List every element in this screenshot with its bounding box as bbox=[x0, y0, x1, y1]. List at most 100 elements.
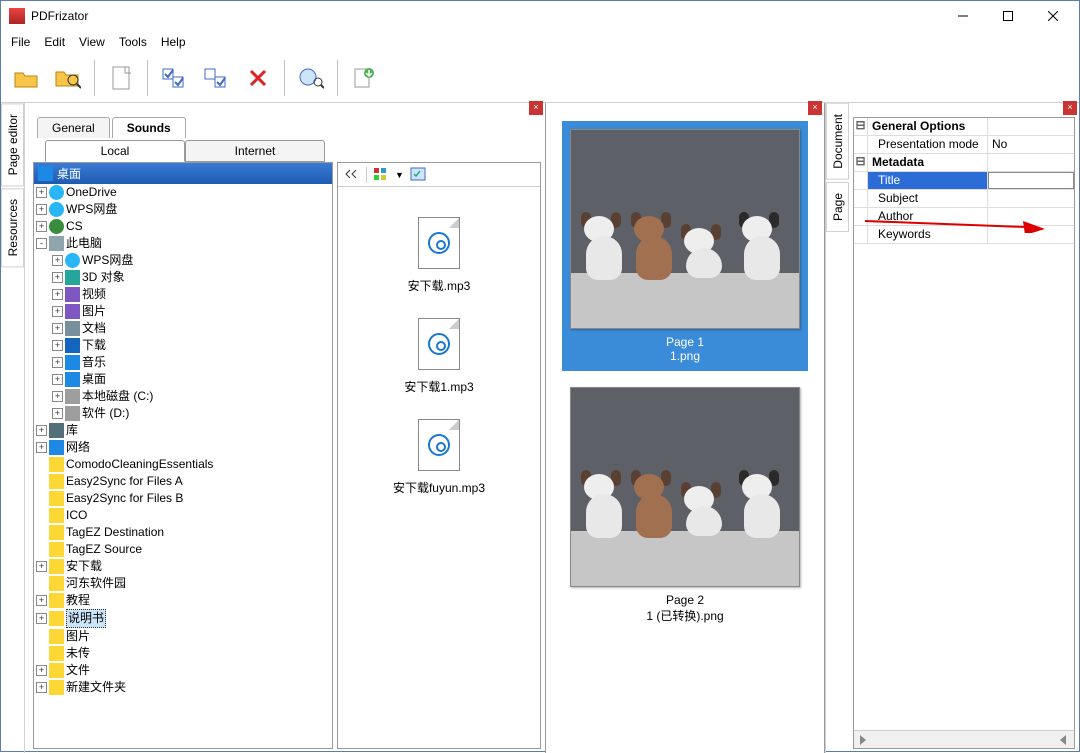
page-thumbnail[interactable]: Page 21 (已转换).png bbox=[562, 379, 808, 632]
expand-icon[interactable]: + bbox=[52, 357, 63, 368]
tree-item[interactable]: +教程 bbox=[36, 592, 332, 609]
prop-presentation-mode[interactable]: Presentation mode bbox=[868, 136, 988, 153]
tree-item[interactable]: Easy2Sync for Files A bbox=[36, 473, 332, 490]
menu-help[interactable]: Help bbox=[155, 33, 192, 51]
prop-title-value[interactable] bbox=[988, 172, 1074, 189]
menu-edit[interactable]: Edit bbox=[38, 33, 71, 51]
expand-icon[interactable]: + bbox=[36, 221, 47, 232]
tree-item[interactable]: +安下载 bbox=[36, 558, 332, 575]
expand-icon[interactable]: + bbox=[36, 682, 47, 693]
menu-tools[interactable]: Tools bbox=[113, 33, 153, 51]
expand-icon[interactable]: + bbox=[36, 613, 47, 624]
expand-icon[interactable]: + bbox=[36, 425, 47, 436]
tree-item[interactable]: 图片 bbox=[36, 628, 332, 645]
folder-tree[interactable]: 桌面 +OneDrive+WPS网盘+CS-此电脑+WPS网盘+3D 对象+视频… bbox=[33, 162, 333, 749]
close-pages-icon[interactable]: × bbox=[808, 101, 822, 115]
tab-general[interactable]: General bbox=[37, 117, 110, 138]
tree-item[interactable]: +库 bbox=[36, 422, 332, 439]
expand-icon[interactable]: + bbox=[52, 408, 63, 419]
tree-item[interactable]: 未传 bbox=[36, 645, 332, 662]
collapse-icon[interactable]: ⊟ bbox=[854, 118, 868, 135]
view-thumbs-icon[interactable] bbox=[373, 167, 389, 183]
tree-item[interactable]: ComodoCleaningEssentials bbox=[36, 456, 332, 473]
prop-title[interactable]: Title bbox=[868, 172, 988, 189]
expand-icon[interactable]: + bbox=[36, 187, 47, 198]
expand-icon[interactable]: + bbox=[36, 442, 47, 453]
uncheck-items-button[interactable] bbox=[197, 59, 235, 97]
tab-sounds[interactable]: Sounds bbox=[112, 117, 186, 138]
tree-root[interactable]: 桌面 bbox=[34, 163, 332, 184]
expand-icon[interactable]: + bbox=[52, 323, 63, 334]
property-grid[interactable]: ⊟General Options Presentation modeNo ⊟Me… bbox=[853, 117, 1075, 749]
maximize-button[interactable] bbox=[985, 2, 1030, 30]
expand-icon[interactable]: + bbox=[52, 289, 63, 300]
horizontal-scrollbar[interactable] bbox=[854, 730, 1074, 748]
tree-item[interactable]: +文档 bbox=[52, 320, 332, 337]
tree-item[interactable]: ICO bbox=[36, 507, 332, 524]
new-page-button[interactable] bbox=[102, 59, 140, 97]
tree-item[interactable]: +软件 (D:) bbox=[52, 405, 332, 422]
tree-item[interactable]: +下载 bbox=[52, 337, 332, 354]
expand-icon[interactable]: + bbox=[52, 306, 63, 317]
prop-author[interactable]: Author bbox=[868, 208, 988, 225]
expand-icon[interactable]: - bbox=[36, 238, 47, 249]
pdf-export-button[interactable] bbox=[345, 59, 383, 97]
expand-icon[interactable]: + bbox=[36, 595, 47, 606]
page-thumbnail[interactable]: Page 11.png bbox=[562, 121, 808, 371]
side-tab-page[interactable]: Page bbox=[826, 182, 849, 232]
tree-item[interactable]: +桌面 bbox=[52, 371, 332, 388]
expand-icon[interactable]: + bbox=[52, 374, 63, 385]
tree-item[interactable]: TagEZ Destination bbox=[36, 524, 332, 541]
side-tab-page-editor[interactable]: Page editor bbox=[1, 103, 24, 186]
tree-item[interactable]: +音乐 bbox=[52, 354, 332, 371]
prop-presentation-mode-value[interactable]: No bbox=[988, 136, 1074, 153]
collapse-icon[interactable] bbox=[344, 167, 360, 183]
menu-view[interactable]: View bbox=[73, 33, 111, 51]
tree-item[interactable]: +文件 bbox=[36, 662, 332, 679]
expand-icon[interactable]: + bbox=[52, 255, 63, 266]
close-properties-icon[interactable]: × bbox=[1063, 101, 1077, 115]
tree-item[interactable]: +新建文件夹 bbox=[36, 679, 332, 696]
tree-item[interactable]: Easy2Sync for Files B bbox=[36, 490, 332, 507]
tree-item[interactable]: -此电脑 bbox=[36, 235, 332, 252]
close-panel-icon[interactable]: × bbox=[529, 101, 543, 115]
tree-item[interactable]: TagEZ Source bbox=[36, 541, 332, 558]
search-resources-button[interactable] bbox=[49, 59, 87, 97]
expand-icon[interactable]: + bbox=[52, 340, 63, 351]
open-folder-button[interactable] bbox=[7, 59, 45, 97]
prop-subject[interactable]: Subject bbox=[868, 190, 988, 207]
file-item[interactable]: 安下载.mp3 bbox=[344, 217, 534, 294]
expand-icon[interactable]: + bbox=[36, 561, 47, 572]
pages-list[interactable]: Page 11.pngPage 21 (已转换).png bbox=[546, 113, 824, 753]
tree-item[interactable]: +WPS网盘 bbox=[36, 201, 332, 218]
side-tab-document[interactable]: Document bbox=[826, 103, 849, 180]
tree-item[interactable]: +CS bbox=[36, 218, 332, 235]
tree-item[interactable]: +网络 bbox=[36, 439, 332, 456]
tree-item[interactable]: +3D 对象 bbox=[52, 269, 332, 286]
tree-item[interactable]: +WPS网盘 bbox=[52, 252, 332, 269]
file-list[interactable]: 安下载.mp3安下载1.mp3安下载fuyun.mp3 bbox=[338, 187, 540, 748]
prop-keywords[interactable]: Keywords bbox=[868, 226, 988, 243]
expand-icon[interactable]: + bbox=[52, 391, 63, 402]
tree-item[interactable]: +本地磁盘 (C:) bbox=[52, 388, 332, 405]
view-list-icon[interactable] bbox=[410, 167, 426, 183]
menu-file[interactable]: File bbox=[5, 33, 36, 51]
tree-item[interactable]: +说明书 bbox=[36, 609, 332, 628]
minimize-button[interactable] bbox=[940, 2, 985, 30]
expand-icon[interactable]: + bbox=[52, 272, 63, 283]
prop-keywords-value[interactable] bbox=[988, 226, 1074, 243]
delete-button[interactable] bbox=[239, 59, 277, 97]
prop-author-value[interactable] bbox=[988, 208, 1074, 225]
subtab-local[interactable]: Local bbox=[45, 140, 185, 162]
tree-item[interactable]: +OneDrive bbox=[36, 184, 332, 201]
check-items-button[interactable] bbox=[155, 59, 193, 97]
expand-icon[interactable]: + bbox=[36, 665, 47, 676]
tree-item[interactable]: +视频 bbox=[52, 286, 332, 303]
file-item[interactable]: 安下载1.mp3 bbox=[344, 318, 534, 395]
transition-preview-button[interactable] bbox=[292, 59, 330, 97]
collapse-icon[interactable]: ⊟ bbox=[854, 154, 868, 171]
tree-item[interactable]: 河东软件园 bbox=[36, 575, 332, 592]
tree-item[interactable]: +图片 bbox=[52, 303, 332, 320]
expand-icon[interactable]: + bbox=[36, 204, 47, 215]
prop-subject-value[interactable] bbox=[988, 190, 1074, 207]
